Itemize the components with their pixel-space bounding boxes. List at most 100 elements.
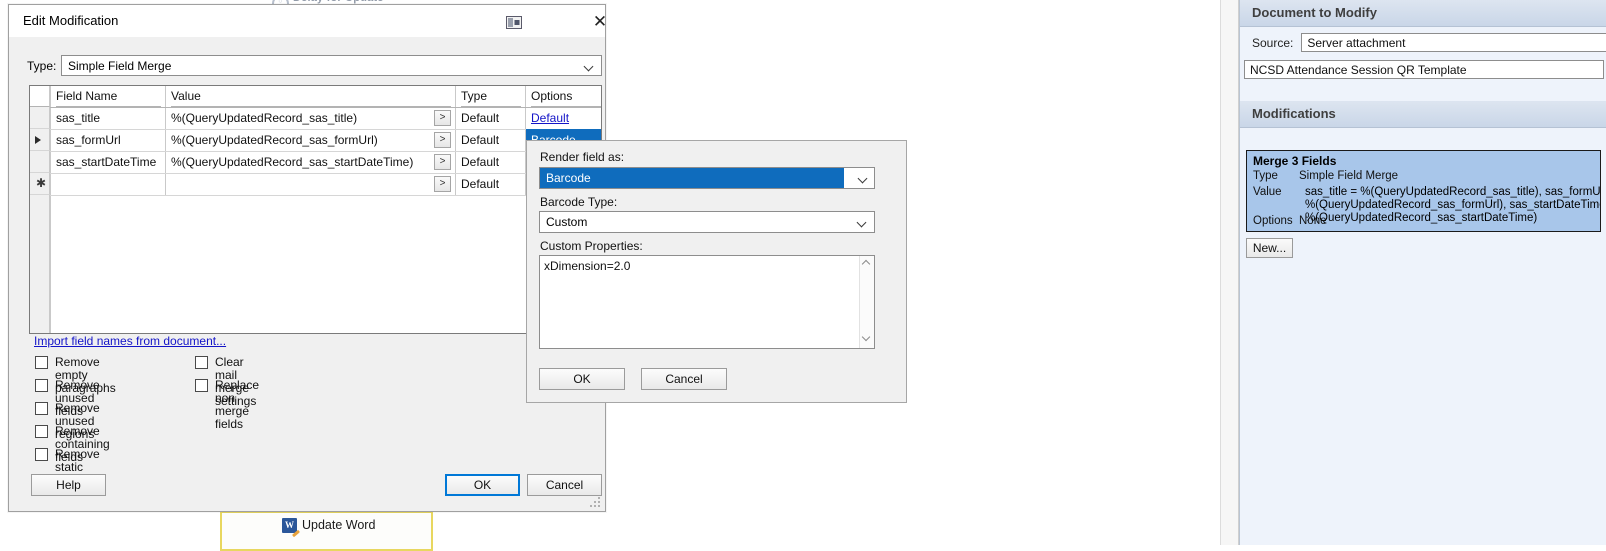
document-name-field[interactable]: NCSD Attendance Session QR Template xyxy=(1244,60,1604,79)
barcode-type-dropdown[interactable]: Custom xyxy=(539,211,875,233)
grid-cell-value-browse-button[interactable]: > xyxy=(434,110,451,126)
merge-card-value-line-3: %(QueryUpdatedRecord_sas_startDateTime) xyxy=(1305,212,1538,224)
type-label: Type: xyxy=(27,59,57,73)
grid-divider-2 xyxy=(455,86,456,195)
grid-cell-value[interactable] xyxy=(171,173,446,195)
merge-card-options-value: None xyxy=(1299,215,1327,227)
merge-card-type-value: Simple Field Merge xyxy=(1299,170,1399,182)
dialog-title: Edit Modification xyxy=(23,13,119,28)
barcode-type-value: Custom xyxy=(546,215,588,229)
checkbox-box[interactable] xyxy=(35,448,48,461)
modification-card-merge[interactable]: Merge 3 Fields Type Simple Field Merge Va… xyxy=(1246,150,1601,232)
grid-cell-type[interactable]: Default xyxy=(461,107,521,129)
word-document-icon: W xyxy=(282,518,297,533)
popup-ok-button[interactable]: OK xyxy=(539,368,625,390)
custom-properties-textarea[interactable]: xDimension=2.0 xyxy=(539,255,875,349)
chevron-down-icon xyxy=(585,63,593,71)
checkbox-box[interactable] xyxy=(195,379,208,392)
grid-cell-value[interactable]: %(QueryUpdatedRecord_sas_formUrl) xyxy=(171,129,446,151)
fields-grid[interactable]: ✱ Field Name Value Type Options sas_titl… xyxy=(29,85,602,334)
grid-cell-field-name[interactable]: sas_title xyxy=(56,107,161,129)
grid-cell-type[interactable]: Default xyxy=(461,151,521,173)
custom-properties-value: xDimension=2.0 xyxy=(544,259,631,273)
grid-cell-field-name[interactable]: sas_formUrl xyxy=(56,129,161,151)
import-field-names-link[interactable]: Import field names from document... xyxy=(34,334,226,348)
grid-cell-value-browse-button[interactable]: > xyxy=(434,154,451,170)
dialog-titlebar[interactable]: Edit Modification ✕ xyxy=(9,5,607,37)
modifications-body: Merge 3 Fields Type Simple Field Merge Va… xyxy=(1240,128,1606,288)
source-row: Source: Server attachment xyxy=(1252,33,1606,52)
checkbox-box[interactable] xyxy=(195,356,208,369)
source-field[interactable]: Server attachment xyxy=(1301,33,1606,52)
close-icon[interactable]: ✕ xyxy=(579,11,621,33)
dialog-ok-button[interactable]: OK xyxy=(445,474,520,496)
grid-cell-type[interactable]: Default xyxy=(461,173,521,195)
help-button[interactable]: Help xyxy=(31,474,106,496)
restore-window-icon[interactable] xyxy=(506,16,522,29)
checkbox-box[interactable] xyxy=(35,402,48,415)
new-modification-button[interactable]: New... xyxy=(1246,238,1293,258)
merge-card-title-bold: Merge xyxy=(1253,154,1289,168)
merge-card-value-key-text: Value xyxy=(1253,186,1282,198)
custom-properties-scrollbar[interactable] xyxy=(859,256,874,348)
current-row-arrow-icon xyxy=(35,136,41,144)
grid-cell-type[interactable]: Default xyxy=(461,129,521,151)
grid-divider-0 xyxy=(50,86,51,333)
grid-divider-1 xyxy=(165,86,166,195)
resize-grip[interactable] xyxy=(590,497,602,509)
grid-row-selector-1[interactable] xyxy=(30,107,50,129)
new-row-star-icon: ✱ xyxy=(36,176,47,190)
scroll-down-icon[interactable] xyxy=(863,334,871,342)
modifications-header: Modifications xyxy=(1240,101,1606,128)
document-to-modify-body: Source: Server attachment NCSD Attendanc… xyxy=(1240,27,1606,99)
popup-cancel-button[interactable]: Cancel xyxy=(641,368,727,390)
dialog-cancel-button[interactable]: Cancel xyxy=(527,474,602,496)
merge-card-value-line-1: sas_title = %(QueryUpdatedRecord_sas_tit… xyxy=(1305,186,1601,198)
merge-card-options-key: Options xyxy=(1253,215,1293,227)
grid-cell-value-browse-button[interactable]: > xyxy=(434,176,451,192)
grid-corner-cell xyxy=(30,86,50,107)
barcode-type-label: Barcode Type: xyxy=(540,195,618,209)
merge-card-type-row: Type Simple Field Merge xyxy=(1253,170,1398,182)
merge-card-value-key: Value xyxy=(1253,186,1299,198)
checkbox-box[interactable] xyxy=(35,356,48,369)
render-field-as-value: Barcode xyxy=(540,168,844,188)
chevron-down-icon xyxy=(858,219,866,227)
chevron-down-icon xyxy=(859,175,867,183)
grid-row-selector-3[interactable] xyxy=(30,151,50,173)
custom-properties-label: Custom Properties: xyxy=(540,239,643,253)
grid-header-options[interactable]: Options xyxy=(531,86,601,107)
properties-panel: Document to Modify Source: Server attach… xyxy=(1239,0,1606,545)
grid-cell-value[interactable]: %(QueryUpdatedRecord_sas_startDateTime) xyxy=(171,151,446,173)
checkbox-label: Replace non merge fields xyxy=(215,378,260,431)
grid-cell-field-name[interactable] xyxy=(56,173,161,195)
grid-header-type[interactable]: Type xyxy=(461,86,521,107)
type-dropdown-value: Simple Field Merge xyxy=(68,59,172,73)
source-label: Source: xyxy=(1252,35,1294,50)
merge-card-value-line-2: %(QueryUpdatedRecord_sas_formUrl), sas_s… xyxy=(1305,199,1601,211)
document-to-modify-header: Document to Modify xyxy=(1240,0,1606,27)
grid-cell-field-name[interactable]: sas_startDateTime xyxy=(56,151,168,173)
render-field-as-label: Render field as: xyxy=(540,150,625,164)
grid-cell-value-browse-button[interactable]: > xyxy=(434,132,451,148)
grid-header-field-name[interactable]: Field Name xyxy=(56,86,161,107)
render-field-as-dropdown[interactable]: Barcode xyxy=(539,167,875,189)
merge-card-options-row: Options None xyxy=(1253,215,1327,227)
merge-card-title: Merge 3 Fields xyxy=(1253,154,1336,168)
update-word-node[interactable]: W Update Word xyxy=(220,511,433,551)
scroll-up-icon[interactable] xyxy=(863,261,871,269)
edit-modification-dialog: Edit Modification ✕ Type: Simple Field M… xyxy=(8,4,607,512)
grid-cell-options-link[interactable]: Default xyxy=(531,107,593,129)
update-word-node-label: Update Word xyxy=(302,518,376,532)
grid-header-value[interactable]: Value xyxy=(171,86,451,107)
barcode-options-popup: Render field as: Barcode Barcode Type: C… xyxy=(526,140,907,403)
right-panel-scrollbar-track[interactable] xyxy=(1221,0,1239,545)
checkbox-box[interactable] xyxy=(35,379,48,392)
grid-row-selector-2[interactable] xyxy=(30,129,50,151)
right-panel-outer-gutter xyxy=(1196,0,1221,545)
grid-row-selector-new[interactable]: ✱ xyxy=(30,173,50,195)
type-dropdown[interactable]: Simple Field Merge xyxy=(61,55,602,76)
checkbox-box[interactable] xyxy=(35,425,48,438)
grid-cell-value[interactable]: %(QueryUpdatedRecord_sas_title) xyxy=(171,107,446,129)
grid-empty-gutter xyxy=(30,195,50,333)
